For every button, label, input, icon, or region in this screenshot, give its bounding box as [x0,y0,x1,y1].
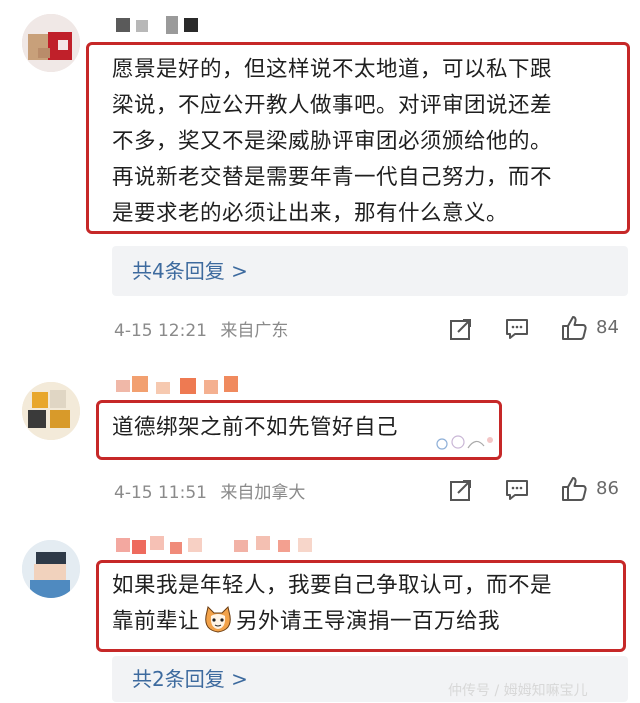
share-icon[interactable] [448,316,474,342]
share-icon[interactable] [448,477,474,503]
avatar[interactable] [22,14,80,72]
username[interactable] [116,16,206,36]
comment-line: 愿景是好的，但这样说不太地道，可以私下跟 [112,57,553,82]
username[interactable] [116,376,246,396]
comment-text: 愿景是好的，但这样说不太地道，可以私下跟 梁说，不应公开教人做事吧。对评审团说还… [112,52,632,232]
view-replies-button[interactable]: 共4条回复 > [112,246,628,296]
comment-date: 4-15 12:21 [114,321,207,341]
comment-icon[interactable] [504,316,530,342]
avatar[interactable] [22,540,80,598]
comment-location: 来自广东 [220,321,289,341]
like-count: 84 [596,317,619,338]
comment-date: 4-15 11:51 [114,483,207,503]
comment-text: 如果我是年轻人，我要自己争取认可，而不是 靠前辈让 另外请王导演捐一百万给我 [112,568,624,640]
comment-line: 靠前辈让 另外请王导演捐一百万给我 [112,604,624,640]
watermark: 仲传号 / 姆姆知嘛宝儿 [448,683,588,699]
view-replies-label: 共2条回复 > [132,667,248,691]
comment-line: 再说新老交替是需要年青一代自己努力，而不 [112,165,553,190]
sticker-icon [432,430,498,454]
comment-line: 是要求老的必须让出来，那有什么意义。 [112,201,509,226]
comment-icon[interactable] [504,477,530,503]
like-count: 86 [596,478,619,499]
thumbs-up-icon[interactable] [560,475,587,501]
username[interactable] [116,536,326,556]
comment-meta: 4-15 11:51 来自加拿大 [114,478,305,503]
comment-text-segment: 另外请王导演捐一百万给我 [236,609,501,634]
comment-line: 不多，奖又不是梁威胁评审团必须颁给他的。 [112,129,553,154]
avatar[interactable] [22,382,80,440]
comment-line: 道德绑架之前不如先管好自己 [112,415,399,440]
comment-text: 道德绑架之前不如先管好自己 [112,410,398,446]
comment-meta: 4-15 12:21 来自广东 [114,316,288,341]
view-replies-label: 共4条回复 > [132,259,248,283]
thumbs-up-icon[interactable] [560,314,587,340]
comment-line: 梁说，不应公开教人做事吧。对评审团说还差 [112,93,553,118]
comment-line: 如果我是年轻人，我要自己争取认可，而不是 [112,573,553,598]
comment-location: 来自加拿大 [220,483,306,503]
cat-emoji-icon [202,606,234,634]
comment-text-segment: 靠前辈让 [112,609,201,634]
